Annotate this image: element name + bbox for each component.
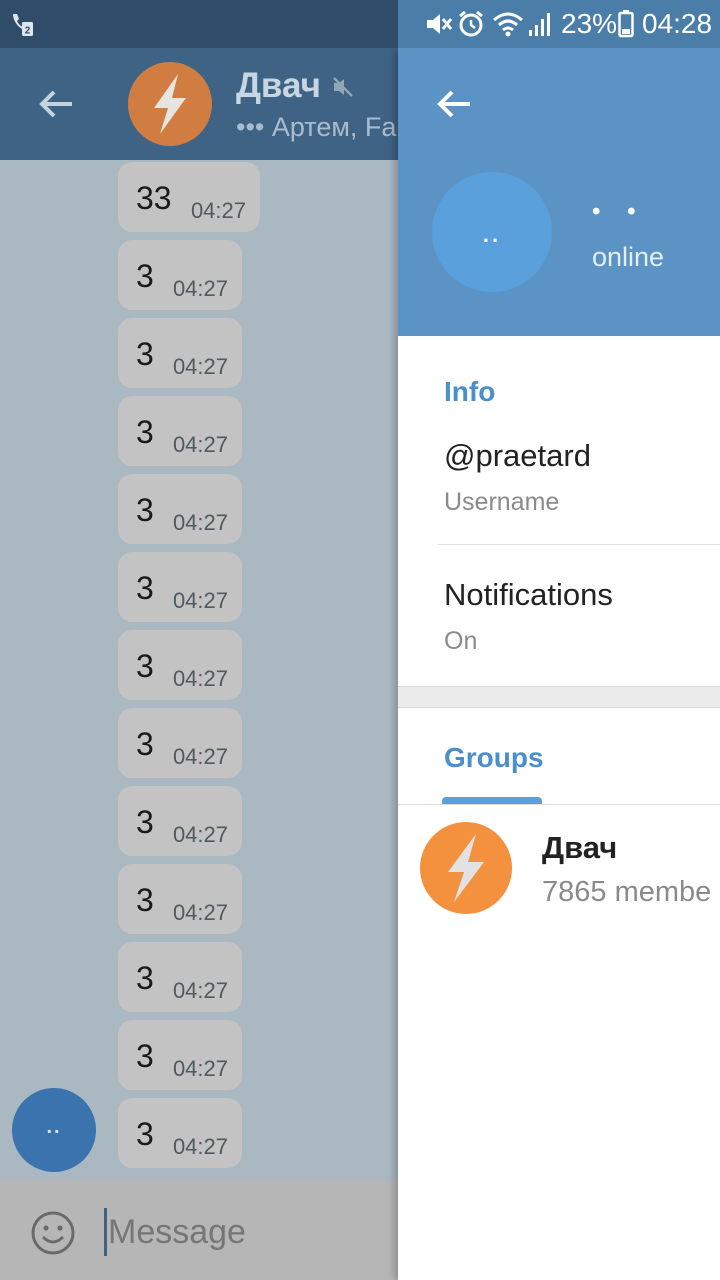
emoji-icon[interactable] bbox=[30, 1210, 76, 1256]
message-text: 3 bbox=[136, 960, 154, 996]
message-bubble[interactable]: 3 04:27 bbox=[118, 864, 242, 934]
message-text: 3 bbox=[136, 414, 154, 450]
text-cursor bbox=[104, 1208, 107, 1256]
status-bar: 2 23% 04:28 bbox=[0, 0, 720, 48]
lightning-icon bbox=[448, 834, 484, 902]
group-member-count: 7865 membe bbox=[542, 876, 712, 908]
divider bbox=[438, 544, 720, 545]
message-bubble[interactable]: 3 04:27 bbox=[118, 1020, 242, 1090]
message-time: 04:27 bbox=[172, 588, 228, 613]
message-text: 3 bbox=[136, 258, 154, 294]
message-composer bbox=[0, 1180, 398, 1280]
message-bubble[interactable]: 3 04:27 bbox=[118, 240, 242, 310]
tab-groups[interactable]: Groups bbox=[444, 742, 544, 774]
profile-avatar[interactable]: .. bbox=[432, 172, 552, 292]
message-bubble[interactable]: 3 04:27 bbox=[118, 318, 242, 388]
call-transfer-sim2-icon: 2 bbox=[13, 14, 33, 37]
message-bubble[interactable]: 3 04:27 bbox=[118, 942, 242, 1012]
message-text: 3 bbox=[136, 804, 154, 840]
message-text: 3 bbox=[136, 1116, 154, 1152]
message-time: 04:27 bbox=[172, 1056, 228, 1081]
message-time: 04:27 bbox=[172, 822, 228, 847]
message-time: 04:27 bbox=[172, 510, 228, 535]
mute-icon bbox=[427, 14, 452, 34]
message-time: 04:27 bbox=[172, 1134, 228, 1159]
signal-icon bbox=[529, 13, 550, 36]
message-text: 33 bbox=[136, 180, 172, 216]
message-bubble[interactable]: 3 04:27 bbox=[118, 708, 242, 778]
message-time: 04:27 bbox=[172, 978, 228, 1003]
group-list-item[interactable]: Двач 7865 membe bbox=[398, 818, 720, 928]
profile-status: online bbox=[592, 242, 665, 272]
info-section-title: Info bbox=[444, 376, 496, 407]
chat-header: Двач ••• Артем, Fa bbox=[0, 48, 398, 160]
message-time: 04:27 bbox=[172, 276, 228, 301]
message-time: 04:27 bbox=[172, 900, 228, 925]
message-input[interactable] bbox=[108, 1210, 388, 1254]
battery-icon bbox=[618, 10, 634, 38]
message-bubble[interactable]: 3 04:27 bbox=[118, 474, 242, 544]
message-bubble[interactable]: 3 04:27 bbox=[118, 1098, 242, 1168]
group-name: Двач bbox=[542, 830, 618, 865]
profile-panel: .. • • online Info @praetard Username No… bbox=[398, 48, 720, 1280]
tab-divider bbox=[398, 804, 720, 805]
group-avatar bbox=[420, 822, 512, 914]
chat-subtitle: ••• Артем, Fa bbox=[236, 112, 397, 142]
notifications-value: On bbox=[444, 627, 478, 655]
lightning-icon bbox=[154, 74, 186, 134]
wifi-icon bbox=[493, 12, 523, 37]
section-separator bbox=[398, 686, 720, 708]
message-time: 04:27 bbox=[172, 744, 228, 769]
chat-avatar[interactable] bbox=[128, 62, 212, 146]
message-bubble[interactable]: 3 04:27 bbox=[118, 396, 242, 466]
message-bubble[interactable]: 3 04:27 bbox=[118, 786, 242, 856]
message-time: 04:27 bbox=[172, 432, 228, 457]
notifications-title[interactable]: Notifications bbox=[444, 577, 613, 613]
muted-icon bbox=[333, 77, 353, 97]
message-bubble[interactable]: 3 04:27 bbox=[118, 630, 242, 700]
battery-percent: 23% bbox=[561, 8, 618, 39]
sender-avatar-label: .. bbox=[46, 1116, 62, 1138]
message-text: 3 bbox=[136, 336, 154, 372]
alarm-icon bbox=[459, 10, 483, 37]
chat-title[interactable]: Двач bbox=[236, 66, 321, 106]
back-arrow-icon[interactable] bbox=[434, 84, 474, 124]
message-text: 3 bbox=[136, 726, 154, 762]
message-bubble[interactable]: 3 04:27 bbox=[118, 552, 242, 622]
message-time: 04:27 bbox=[172, 354, 228, 379]
profile-name: • • bbox=[592, 198, 646, 225]
username-label: Username bbox=[444, 488, 560, 516]
message-text: 3 bbox=[136, 882, 154, 918]
message-time: 04:27 bbox=[190, 198, 246, 223]
svg-text:2: 2 bbox=[25, 26, 31, 37]
message-time: 04:27 bbox=[172, 666, 228, 691]
back-arrow-icon[interactable] bbox=[36, 84, 76, 124]
chat-messages: 33 04:27 3 04:27 3 04:27 3 04:27 3 04:27… bbox=[0, 160, 398, 1180]
sender-avatar[interactable]: .. bbox=[12, 1088, 96, 1172]
status-time: 04:28 bbox=[642, 8, 713, 39]
profile-header: .. • • online bbox=[398, 48, 720, 336]
profile-avatar-label: .. bbox=[482, 222, 502, 247]
message-text: 3 bbox=[136, 492, 154, 528]
message-text: 3 bbox=[136, 570, 154, 606]
username-value[interactable]: @praetard bbox=[444, 438, 591, 474]
message-bubble[interactable]: 33 04:27 bbox=[118, 162, 260, 232]
message-text: 3 bbox=[136, 648, 154, 684]
message-text: 3 bbox=[136, 1038, 154, 1074]
